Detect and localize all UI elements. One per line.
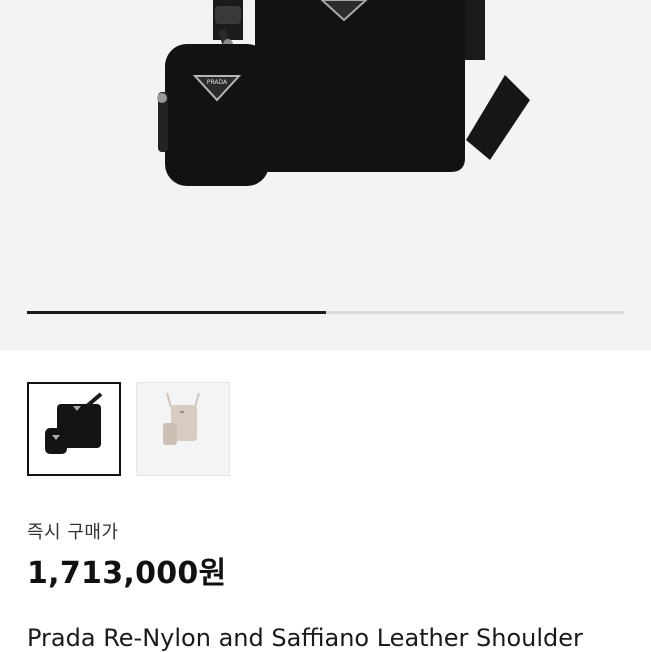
strap-right xyxy=(466,75,530,160)
strap-top-right xyxy=(463,0,485,60)
product-price: 1,713,000원 xyxy=(27,556,227,591)
thumbnail-beige-bag-image xyxy=(137,383,229,475)
gallery-progress-fill xyxy=(27,311,326,314)
pouch-body xyxy=(165,44,269,186)
thumbnail-black-bag-image xyxy=(29,384,119,474)
product-title: Prada Re-Nylon and Saffiano Leather Shou… xyxy=(27,624,583,652)
instant-buy-price-label: 즉시 구매가 xyxy=(27,522,119,543)
thumbnail-beige-bag[interactable] xyxy=(136,382,230,476)
strap-buckle xyxy=(215,6,241,24)
gallery-progress-track xyxy=(27,311,624,314)
zipper-pull xyxy=(157,93,167,103)
product-main-image: PRADA xyxy=(157,0,530,186)
bag-body xyxy=(255,0,465,172)
product-image-gallery[interactable]: PRADA xyxy=(0,0,651,350)
pouch-logo-text: PRADA xyxy=(207,79,228,86)
thumbnail-black-bag[interactable] xyxy=(27,382,121,476)
